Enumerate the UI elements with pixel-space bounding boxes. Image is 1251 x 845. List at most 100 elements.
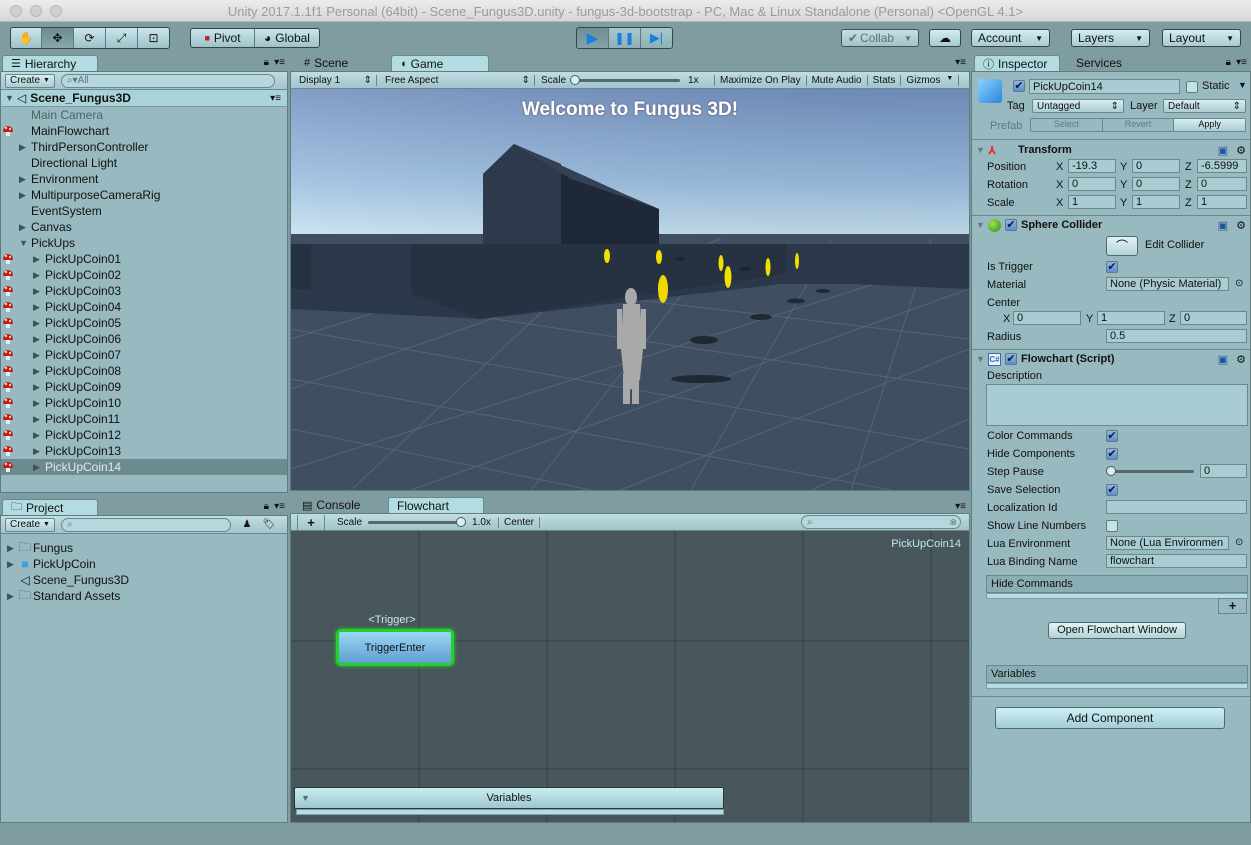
tab-scene[interactable]: # Scene — [296, 55, 386, 71]
pause-button[interactable]: ❚❚ — [609, 28, 641, 48]
object-picker-icon[interactable]: ⊙ — [1235, 537, 1243, 548]
description-textarea[interactable] — [986, 384, 1248, 426]
center-button[interactable]: Center — [499, 516, 541, 528]
layer-dropdown[interactable]: Default ⇕ — [1163, 99, 1246, 113]
lock-icon[interactable]: 🔒︎ — [264, 501, 269, 512]
account-dropdown[interactable]: Account ▼ — [971, 29, 1050, 47]
help-icon[interactable]: ▣ — [1218, 144, 1228, 157]
expand-right-icon[interactable]: ▶ — [7, 591, 17, 602]
project-item[interactable]: ▶ 🗀 Standard Assets — [1, 588, 287, 604]
slider-thumb[interactable] — [1106, 466, 1116, 476]
expand-right-icon[interactable]: ▶ — [33, 382, 43, 393]
gear-icon[interactable]: ⚙ — [1236, 219, 1246, 232]
color-commands-checkbox[interactable]: ✔ — [1106, 430, 1118, 442]
filter-by-label-icon[interactable]: 🏷︎ — [259, 519, 279, 530]
slider-thumb[interactable] — [456, 517, 467, 527]
create-dropdown[interactable]: Create ▼ — [5, 517, 55, 532]
step-pause-slider[interactable] — [1106, 466, 1194, 476]
hierarchy-item[interactable]: MainFlowchart — [1, 123, 287, 139]
flowchart-script-header[interactable]: ▼ C# ✔ Flowchart (Script) ▣ ⚙ — [976, 350, 1248, 368]
panel-menu-icon[interactable]: ▾≡ — [955, 57, 966, 68]
step-pause-input[interactable]: 0 — [1200, 464, 1247, 478]
hierarchy-item[interactable]: ▶ PickUpCoin09 — [1, 379, 287, 395]
hierarchy-item[interactable]: ▶ PickUpCoin05 — [1, 315, 287, 331]
transform-x-input[interactable]: 0 — [1068, 177, 1116, 191]
expand-right-icon[interactable]: ▶ — [33, 398, 43, 409]
project-item[interactable]: ▶ 🗀 Fungus — [1, 540, 287, 556]
mute-audio-toggle[interactable]: Mute Audio — [807, 74, 868, 86]
center-y-input[interactable]: 1 — [1097, 311, 1165, 325]
aspect-dropdown[interactable]: Free Aspect ⇕ — [377, 74, 535, 86]
sphere-collider-header[interactable]: ▼ ✔ Sphere Collider ▣ ⚙ — [976, 216, 1248, 234]
edit-collider-button[interactable]: ⌒ — [1106, 236, 1138, 256]
expand-right-icon[interactable]: ▶ — [33, 350, 43, 361]
collab-dropdown[interactable]: ✔ Collab ▼ — [841, 29, 919, 47]
help-icon[interactable]: ▣ — [1218, 219, 1228, 232]
play-button[interactable]: ▶ — [577, 28, 609, 48]
transform-z-input[interactable]: 1 — [1197, 195, 1247, 209]
hierarchy-item[interactable]: ▶ Environment — [1, 171, 287, 187]
hierarchy-item[interactable]: ▶ MultipurposeCameraRig — [1, 187, 287, 203]
hierarchy-item[interactable]: ▶ PickUpCoin04 — [1, 299, 287, 315]
gizmos-toggle[interactable]: Gizmos ▼ — [901, 74, 960, 86]
panel-menu-icon[interactable]: ▾≡ — [955, 501, 966, 512]
hierarchy-item[interactable]: ▶ PickUpCoin06 — [1, 331, 287, 347]
flowchart-search-input[interactable]: ⌕ ⊗ — [801, 515, 961, 529]
tab-hierarchy[interactable]: ☰ Hierarchy — [2, 55, 98, 71]
static-dropdown-icon[interactable]: ▼ — [1238, 80, 1247, 90]
layers-dropdown[interactable]: Layers ▼ — [1071, 29, 1150, 47]
transform-z-input[interactable]: 0 — [1197, 177, 1247, 191]
transform-x-input[interactable]: 1 — [1068, 195, 1116, 209]
flowchart-canvas[interactable]: PickUpCoin14 <Trigger> TriggerEnter ▼ Va… — [291, 531, 969, 822]
expand-right-icon[interactable]: ▶ — [33, 462, 43, 473]
expand-down-icon[interactable]: ▼ — [19, 238, 29, 248]
rotate-tool-button[interactable]: ⟳ — [74, 28, 106, 48]
add-block-button[interactable]: + — [297, 514, 325, 530]
add-component-button[interactable]: Add Component — [995, 707, 1225, 729]
tab-console[interactable]: ▤ Console — [294, 497, 386, 513]
lock-icon[interactable]: 🔒︎ — [1226, 57, 1231, 68]
expand-right-icon[interactable]: ▶ — [33, 366, 43, 377]
help-icon[interactable]: ▣ — [1218, 353, 1228, 366]
cloud-button[interactable]: ☁ — [929, 29, 961, 47]
radius-input[interactable]: 0.5 — [1106, 329, 1247, 343]
project-item[interactable]: ◁ Scene_Fungus3D — [1, 572, 287, 588]
expand-right-icon[interactable]: ▶ — [33, 430, 43, 441]
hierarchy-item[interactable]: ▶ PickUpCoin08 — [1, 363, 287, 379]
lock-icon[interactable]: 🔒︎ — [264, 57, 269, 68]
hierarchy-item[interactable]: ▶ PickUpCoin10 — [1, 395, 287, 411]
active-checkbox[interactable]: ✔ — [1013, 80, 1025, 92]
tab-services[interactable]: Services — [1068, 55, 1148, 71]
hierarchy-search-input[interactable]: ⌕▾ All — [60, 73, 275, 88]
center-z-input[interactable]: 0 — [1180, 311, 1247, 325]
transform-y-input[interactable]: 1 — [1132, 195, 1180, 209]
hierarchy-item[interactable]: ▶ PickUpCoin14 — [1, 459, 287, 475]
tab-game[interactable]: ◖ Game — [391, 55, 489, 71]
tab-inspector[interactable]: ⓘ Inspector — [974, 55, 1060, 71]
expand-right-icon[interactable]: ▶ — [33, 334, 43, 345]
layout-dropdown[interactable]: Layout ▼ — [1162, 29, 1241, 47]
tab-flowchart[interactable]: Flowchart — [388, 497, 484, 513]
static-checkbox[interactable] — [1186, 81, 1198, 93]
flowchart-enabled-checkbox[interactable]: ✔ — [1005, 353, 1017, 365]
expand-right-icon[interactable]: ▶ — [19, 222, 29, 233]
hierarchy-item[interactable]: ▶ PickUpCoin07 — [1, 347, 287, 363]
scene-header[interactable]: ▼ ◁ Scene_Fungus3D ▾≡ — [1, 90, 287, 107]
gear-icon[interactable]: ⚙ — [1236, 144, 1246, 157]
is-trigger-checkbox[interactable]: ✔ — [1106, 261, 1118, 273]
hierarchy-item[interactable]: ▼ PickUps — [1, 235, 287, 251]
gear-icon[interactable]: ⚙ — [1236, 353, 1246, 366]
transform-y-input[interactable]: 0 — [1132, 159, 1180, 173]
flowchart-scale-slider[interactable] — [368, 517, 467, 527]
tag-dropdown[interactable]: Untagged ⇕ — [1032, 99, 1124, 113]
prefab-revert-button[interactable]: Revert — [1103, 119, 1175, 131]
display-dropdown[interactable]: Display 1 ⇕ — [291, 74, 377, 86]
project-search-input[interactable]: ⌕ — [60, 517, 231, 532]
expand-right-icon[interactable]: ▶ — [33, 270, 43, 281]
maximize-on-play-toggle[interactable]: Maximize On Play — [715, 74, 807, 86]
expand-right-icon[interactable]: ▶ — [19, 142, 29, 153]
show-line-numbers-checkbox[interactable] — [1106, 520, 1118, 532]
prefab-apply-button[interactable]: Apply — [1174, 119, 1246, 131]
scene-menu-icon[interactable]: ▾≡ — [270, 93, 281, 104]
panel-menu-icon[interactable]: ▾≡ — [274, 501, 285, 512]
